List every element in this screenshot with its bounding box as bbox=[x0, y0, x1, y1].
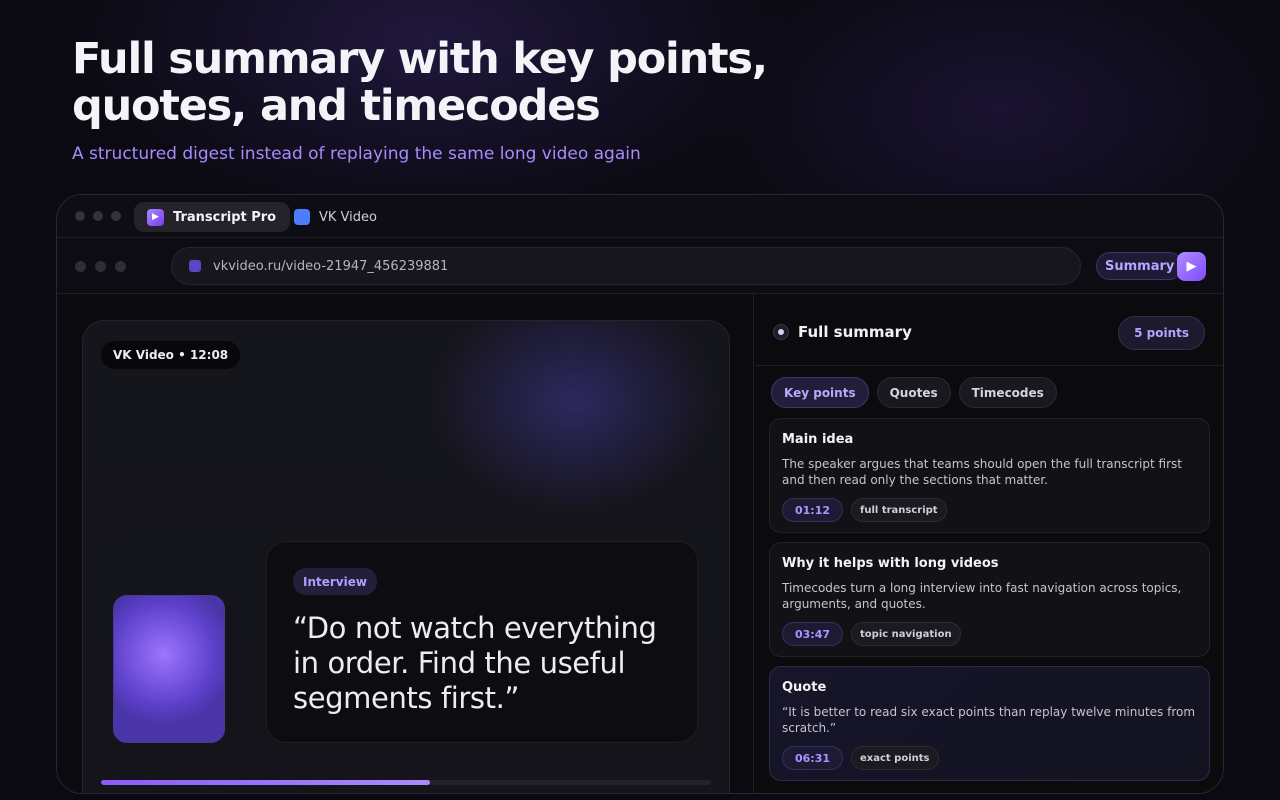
maximize-window-dot[interactable] bbox=[111, 211, 121, 221]
summary-tabs: Key points Quotes Timecodes bbox=[771, 377, 1057, 408]
back-dot[interactable] bbox=[75, 261, 86, 272]
vk-video-logo-icon bbox=[294, 209, 310, 225]
browser-toolbar: vkvideo.ru/video-21947_456239881 Summary… bbox=[57, 238, 1223, 294]
timecode-button[interactable]: 06:31 bbox=[782, 746, 844, 770]
extension-play-icon[interactable]: ▶ bbox=[1177, 252, 1206, 281]
tab-transcript-pro[interactable]: ▶ Transcript Pro bbox=[134, 202, 291, 232]
hero-title: Full summary with key points, quotes, an… bbox=[72, 34, 768, 131]
video-source-badge: VK Video • 12:08 bbox=[101, 341, 241, 369]
video-progress-fill bbox=[101, 780, 431, 785]
speaker-thumbnail bbox=[113, 595, 225, 743]
content-area: VK Video • 12:08 Interview “Do not watch… bbox=[57, 294, 1223, 793]
summary-button[interactable]: Summary bbox=[1096, 252, 1184, 280]
hero: Full summary with key points, quotes, an… bbox=[72, 34, 892, 165]
tab-vk-video[interactable]: VK Video bbox=[281, 202, 391, 232]
video-progress-bar[interactable] bbox=[101, 780, 711, 785]
timecode-button[interactable]: 01:12 bbox=[782, 498, 844, 522]
tab-timecodes[interactable]: Timecodes bbox=[958, 377, 1057, 408]
card-meta: 06:31 exact points bbox=[782, 746, 1197, 770]
summary-card[interactable]: Main idea The speaker argues that teams … bbox=[769, 418, 1210, 533]
card-title: Main idea bbox=[782, 432, 854, 447]
timecode-button[interactable]: 03:47 bbox=[782, 622, 844, 646]
window-controls bbox=[75, 211, 121, 221]
video-pane: VK Video • 12:08 Interview “Do not watch… bbox=[57, 294, 754, 793]
topic-tag: full transcript bbox=[851, 498, 947, 522]
card-title: Quote bbox=[782, 680, 827, 695]
tab-label: VK Video bbox=[319, 209, 377, 225]
url-text: vkvideo.ru/video-21947_456239881 bbox=[213, 258, 449, 274]
quote-tag: Interview bbox=[293, 568, 377, 595]
card-meta: 03:47 topic navigation bbox=[782, 622, 1197, 646]
tab-strip: ▶ Transcript Pro VK Video bbox=[57, 195, 1223, 238]
video-player[interactable]: VK Video • 12:08 Interview “Do not watch… bbox=[82, 320, 730, 793]
status-dot-icon bbox=[773, 324, 789, 340]
summary-panel-header: Full summary 5 points bbox=[755, 294, 1223, 366]
close-window-dot[interactable] bbox=[75, 211, 85, 221]
card-text: Timecodes turn a long interview into fas… bbox=[782, 581, 1182, 611]
summary-cards: Main idea The speaker argues that teams … bbox=[769, 418, 1210, 790]
quote-text: “Do not watch everything in order. Find … bbox=[293, 611, 657, 715]
forward-dot[interactable] bbox=[95, 261, 106, 272]
card-text: “It is better to read six exact points t… bbox=[782, 705, 1196, 735]
card-title: Why it helps with long videos bbox=[782, 556, 999, 571]
reload-dot[interactable] bbox=[115, 261, 126, 272]
summary-card-quote[interactable]: Quote “It is better to read six exact po… bbox=[769, 666, 1210, 781]
topic-tag: exact points bbox=[851, 746, 939, 770]
tab-key-points[interactable]: Key points bbox=[771, 377, 869, 408]
transcript-pro-logo-icon: ▶ bbox=[147, 208, 164, 226]
points-count-badge: 5 points bbox=[1118, 316, 1205, 350]
browser-window: ▶ Transcript Pro VK Video vkvideo.ru/vid… bbox=[56, 194, 1224, 794]
summary-panel: Full summary 5 points Key points Quotes … bbox=[755, 294, 1223, 793]
panel-title: Full summary bbox=[798, 323, 912, 341]
tab-label: Transcript Pro bbox=[173, 209, 277, 225]
topic-tag: topic navigation bbox=[851, 622, 961, 646]
card-text: The speaker argues that teams should ope… bbox=[782, 457, 1182, 487]
nav-controls bbox=[75, 261, 126, 272]
hero-subtitle: A structured digest instead of replaying… bbox=[72, 144, 641, 164]
quote-overlay: Interview “Do not watch everything in or… bbox=[266, 541, 698, 743]
address-bar[interactable]: vkvideo.ru/video-21947_456239881 bbox=[171, 247, 1081, 285]
minimize-window-dot[interactable] bbox=[93, 211, 103, 221]
summary-card[interactable]: Why it helps with long videos Timecodes … bbox=[769, 542, 1210, 657]
site-favicon-icon bbox=[189, 260, 201, 272]
card-meta: 01:12 full transcript bbox=[782, 498, 1197, 522]
tab-quotes[interactable]: Quotes bbox=[876, 377, 951, 408]
